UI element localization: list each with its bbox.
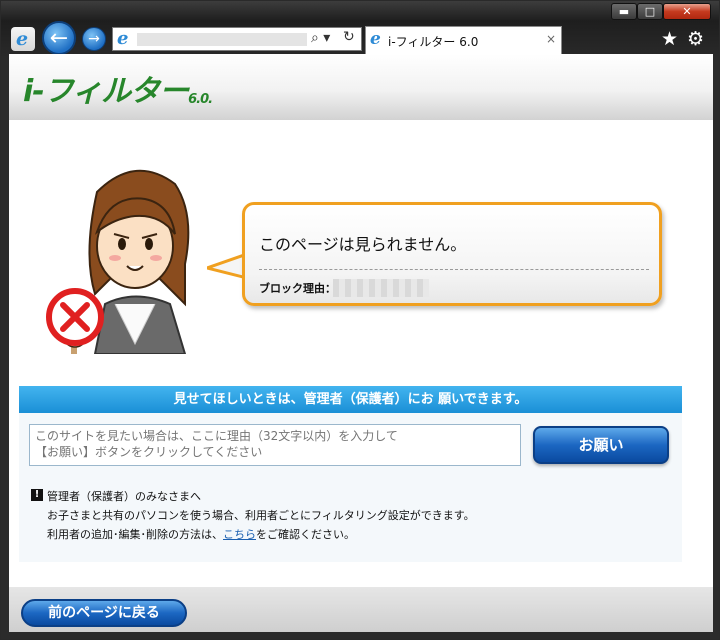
ifilter-logo: i-フィルター6.0. <box>23 66 213 110</box>
address-url-redacted <box>137 33 307 46</box>
browser-window: ▬ □ ✕ e ← → e ⌕ ▾ ↻ e i-フィルター 6.0 × ★ ⚙ … <box>0 0 720 640</box>
logo-text: i-フィルター <box>23 74 189 109</box>
ie-logo-icon: e <box>11 27 35 51</box>
maximize-button[interactable]: □ <box>637 3 663 20</box>
notice-line1: お子さまと共有のパソコンを使う場合、利用者ごとにフィルタリング設定ができます。 <box>47 509 475 522</box>
page-footer: 前のページに戻る <box>9 587 713 632</box>
request-panel: 見せてほしいときは、管理者（保護者）にお 願いできます。 お願い ! 管理者（保… <box>19 386 682 562</box>
notice-title: 管理者（保護者）のみなさまへ <box>47 490 201 503</box>
page-favicon-icon: e <box>117 28 129 49</box>
block-reason-label: ブロック理由： <box>259 282 336 295</box>
ie-logo-glyph: e <box>16 28 29 50</box>
page-header: i-フィルター6.0. <box>9 54 713 120</box>
tab-close-icon[interactable]: × <box>546 32 556 46</box>
forward-button[interactable]: → <box>82 27 106 51</box>
mascot-girl-illustration <box>46 169 190 354</box>
minimize-button[interactable]: ▬ <box>611 3 637 20</box>
back-button[interactable]: ← <box>42 21 76 55</box>
help-link[interactable]: こちら <box>223 528 256 541</box>
notice-line2: 利用者の追加･編集･削除の方法は、こちらをご確認ください。 <box>47 526 355 542</box>
notice-line2-pre: 利用者の追加･編集･削除の方法は、 <box>47 528 223 541</box>
block-message-bubble: このページは見られません。 ブロック理由： <box>242 202 662 306</box>
block-reason-redacted <box>333 279 429 297</box>
speech-bubble-tail <box>207 252 247 280</box>
favorites-star-icon[interactable]: ★ <box>661 28 678 50</box>
logo-version: 6.0. <box>188 92 213 107</box>
exclamation-icon: ! <box>31 489 43 501</box>
tab-title: i-フィルター 6.0 <box>388 35 479 49</box>
search-dropdown-icon[interactable]: ⌕ ▾ <box>311 30 330 46</box>
request-banner: 見せてほしいときは、管理者（保護者）にお 願いできます。 <box>19 386 682 413</box>
reason-input[interactable] <box>29 424 521 466</box>
back-to-previous-page-button[interactable]: 前のページに戻る <box>21 599 187 627</box>
page-content: i-フィルター6.0. このページは見られません。 ブロック理由： 見せてほしい… <box>9 54 713 632</box>
close-window-button[interactable]: ✕ <box>663 3 711 20</box>
notice-line2-post: をご確認ください。 <box>256 528 355 541</box>
tab-favicon-icon: e <box>370 29 381 49</box>
tools-gear-icon[interactable]: ⚙ <box>687 28 704 50</box>
request-button[interactable]: お願い <box>533 426 669 464</box>
block-title: このページは見られません。 <box>259 235 467 254</box>
bubble-divider <box>259 269 649 270</box>
tab-ifilter[interactable]: e i-フィルター 6.0 × <box>365 26 562 54</box>
address-bar[interactable]: e ⌕ ▾ ↻ <box>112 27 362 51</box>
refresh-icon[interactable]: ↻ <box>343 29 355 45</box>
